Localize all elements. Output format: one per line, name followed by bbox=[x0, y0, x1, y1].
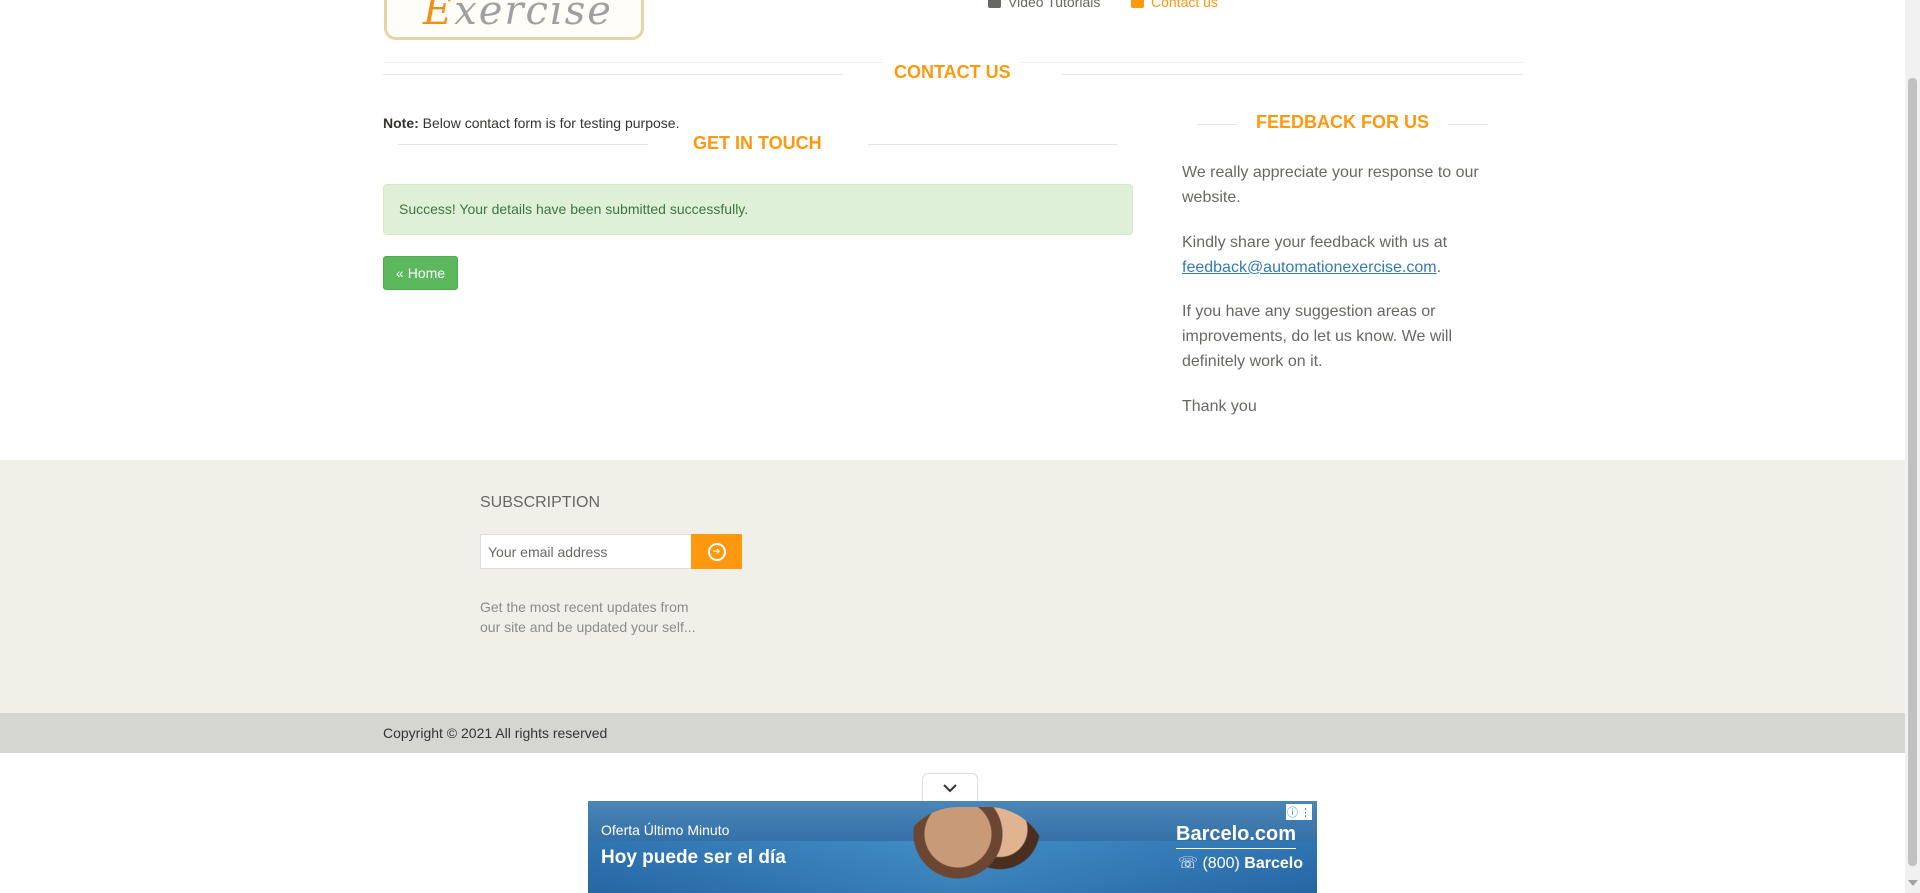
note-label: Note: bbox=[383, 115, 419, 131]
subscription-email-input[interactable]: Your email address bbox=[480, 534, 691, 569]
copyright: Copyright © 2021 All rights reserved bbox=[383, 725, 608, 741]
feedback-paragraph-1: We really appreciate your response to ou… bbox=[1182, 164, 1479, 206]
ad-brand: Barcelo.com bbox=[1176, 823, 1297, 849]
ad-line-1: Oferta Último Minuto bbox=[601, 822, 730, 838]
nav-video-tutorials[interactable]: Video Tutorials bbox=[988, 0, 1100, 10]
get-in-touch-title: Get In Touch bbox=[683, 133, 832, 154]
nav-video-label: Video Tutorials bbox=[1008, 0, 1101, 10]
ad-info-icons[interactable]: ⓘ ⋮ bbox=[1286, 804, 1312, 820]
nav-contact-label: Contact us bbox=[1151, 0, 1218, 10]
title-rule-right bbox=[1062, 74, 1523, 75]
footer-widget bbox=[0, 460, 1905, 713]
form-note: Note: Below contact form is for testing … bbox=[383, 115, 679, 131]
arrow-circle-right-icon: ➜ bbox=[707, 542, 726, 561]
home-button-label: Home bbox=[407, 265, 446, 281]
note-text: Below contact form is for testing purpos… bbox=[418, 115, 680, 131]
subscription-title: Subscription bbox=[480, 494, 601, 511]
feedback-p2-suffix: . bbox=[1436, 259, 1442, 276]
feedback-paragraph-2: Kindly share your feedback with us at fe… bbox=[1182, 230, 1482, 280]
ad-phone: ☏ (800) Barcelo bbox=[1178, 853, 1303, 873]
nav-contact-us[interactable]: Contact us bbox=[1131, 0, 1218, 10]
feedback-email-link[interactable]: feedback@automationexercise.com bbox=[1182, 259, 1437, 276]
ad-collapse-toggle[interactable] bbox=[922, 773, 978, 801]
site-logo[interactable]: Exercise bbox=[384, 0, 644, 40]
chevron-down-icon bbox=[943, 783, 957, 792]
ad-phone-brand: Barcelo bbox=[1244, 855, 1303, 872]
footer-top-line bbox=[366, 459, 1538, 460]
feedback-paragraph-3: If you have any suggestion areas or impr… bbox=[1182, 303, 1453, 370]
scrollbar-thumb[interactable] bbox=[1908, 78, 1917, 866]
double-chevron-left-icon: « bbox=[395, 265, 404, 281]
get-in-touch-rule-left bbox=[398, 144, 648, 145]
more-icon[interactable]: ⋮ bbox=[1300, 806, 1311, 819]
info-icon[interactable]: ⓘ bbox=[1287, 804, 1298, 820]
envelope-icon bbox=[1131, 0, 1144, 8]
ad-photo bbox=[898, 807, 1048, 893]
logo-rest: xercise bbox=[454, 0, 613, 34]
feedback-rule-left bbox=[1197, 124, 1237, 125]
title-rule-left bbox=[383, 74, 843, 75]
page-title: Contact Us bbox=[884, 62, 1021, 83]
home-button[interactable]: « Home bbox=[383, 256, 458, 290]
success-message: Success! Your details have been submitte… bbox=[399, 201, 749, 217]
ad-banner[interactable]: Oferta Último Minuto Hoy puede ser el dí… bbox=[588, 801, 1317, 893]
ad-phone-prefix: (800) bbox=[1202, 855, 1240, 872]
youtube-icon bbox=[988, 0, 1001, 8]
logo-first-letter: E bbox=[423, 0, 455, 34]
phone-icon: ☏ bbox=[1178, 855, 1199, 872]
subscription-placeholder: Your email address bbox=[488, 544, 608, 560]
get-in-touch-rule-right bbox=[868, 144, 1118, 145]
feedback-title: Feedback For Us bbox=[1246, 112, 1440, 133]
feedback-rule-right bbox=[1448, 124, 1488, 125]
subscription-help-text: Get the most recent updates from our sit… bbox=[480, 599, 696, 635]
scroll-down-arrow-icon[interactable] bbox=[1908, 880, 1918, 886]
feedback-p2-prefix: Kindly share your feedback with us at bbox=[1182, 234, 1448, 251]
feedback-paragraph-4: Thank you bbox=[1182, 398, 1257, 415]
footer-bottom bbox=[0, 713, 1905, 753]
success-alert: Success! Your details have been submitte… bbox=[383, 184, 1133, 235]
logo-text: Exercise bbox=[423, 0, 613, 34]
ad-line-2: Hoy puede ser el día bbox=[601, 847, 786, 868]
subscribe-button[interactable]: ➜ bbox=[691, 534, 742, 569]
